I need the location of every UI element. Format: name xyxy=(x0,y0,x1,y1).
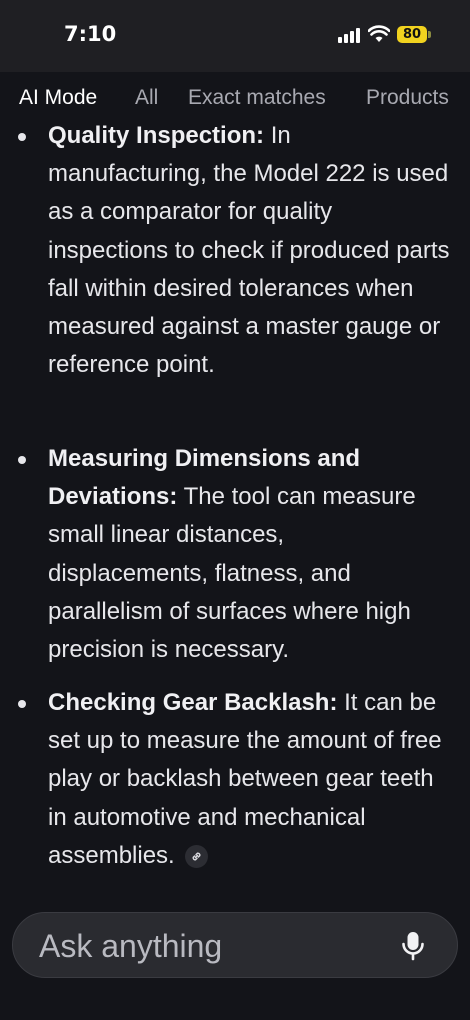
ask-input[interactable] xyxy=(37,923,381,969)
battery-level: 80 xyxy=(402,27,422,42)
bullet-title: Quality Inspection: xyxy=(48,122,265,149)
microphone-icon[interactable] xyxy=(399,931,427,961)
bullet-text: In manufacturing, the Model 222 is used … xyxy=(48,122,450,379)
wifi-icon xyxy=(368,25,390,42)
list-item: Measuring Dimensions and Deviations: The… xyxy=(0,440,470,669)
battery-icon: 80 xyxy=(397,26,427,43)
bullet-dot xyxy=(18,456,26,464)
bullet-dot xyxy=(18,133,26,141)
ask-input-bar[interactable] xyxy=(12,912,458,978)
list-item: Checking Gear Backlash: It can be set up… xyxy=(0,684,470,875)
bullet-dot xyxy=(18,700,26,708)
list-item: Quality Inspection: In manufacturing, th… xyxy=(0,122,470,384)
status-bar: 7:10 80 xyxy=(0,0,470,72)
bullet-title: Checking Gear Backlash: xyxy=(48,689,338,716)
answer-content: Quality Inspection: In manufacturing, th… xyxy=(0,122,470,912)
tab-ai-mode[interactable]: AI Mode xyxy=(19,86,97,110)
tab-all[interactable]: All xyxy=(135,86,158,110)
status-time: 7:10 xyxy=(64,22,117,46)
link-icon[interactable] xyxy=(185,844,209,868)
signal-icon xyxy=(338,28,362,43)
tab-exact-matches[interactable]: Exact matches xyxy=(188,86,326,110)
tab-products[interactable]: Products xyxy=(366,86,449,110)
search-tabs: AI Mode All Exact matches Products xyxy=(0,72,470,122)
battery-nub xyxy=(428,31,431,38)
